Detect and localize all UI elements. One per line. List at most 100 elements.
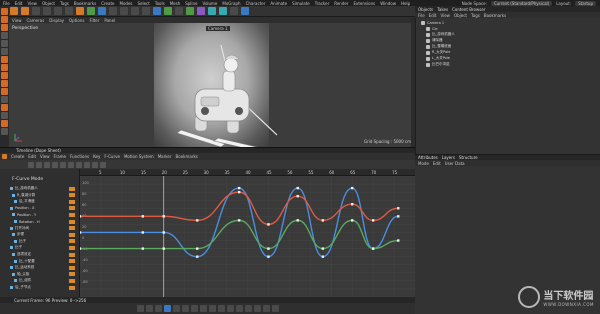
timeline-menu-item[interactable]: Edit [28,154,36,159]
dope-sheet-icon[interactable] [36,161,42,168]
cube-icon[interactable] [153,7,161,15]
viewport-menu-item[interactable]: Display [49,18,64,23]
timeline-menu-item[interactable]: Functions [70,154,89,159]
fcurve-mode-icon[interactable] [28,161,34,168]
timeline-menu-item[interactable]: F-Curve [104,154,120,159]
viewport-menu-item[interactable]: Filter [89,18,99,23]
x-axis-icon[interactable] [76,7,84,15]
timeline-menu-item[interactable]: Frame [54,154,66,159]
object-row[interactable]: L_大关Pole [416,56,450,61]
objects-menu-item[interactable]: View [440,13,450,18]
next-key-icon[interactable] [181,305,189,312]
menu-item[interactable]: Character [246,1,266,6]
timeline-menu-item[interactable]: View [40,154,50,159]
enable-axis-icon[interactable] [1,120,8,127]
track-row[interactable]: Rotation . H [14,219,40,224]
menu-item[interactable]: Select [137,1,149,6]
object-row[interactable]: 清除器 [416,38,443,43]
node-space-select[interactable]: Current (Standard/Physical) [490,0,553,6]
snap-keys-icon[interactable] [100,161,106,168]
track-row[interactable]: 轴_父极 [12,272,29,277]
coordinate-icon[interactable] [109,7,117,15]
objects-menu-item[interactable]: File [418,13,425,18]
objects-tab[interactable]: Takes [437,7,448,12]
track-status-icon[interactable] [69,259,75,264]
track-status-icon[interactable] [69,212,75,217]
track-row[interactable]: 步骤 [12,232,24,237]
soft-selection-icon[interactable] [1,104,8,111]
zero-length-icon[interactable] [92,161,98,168]
menu-item[interactable]: Bookmarks [74,1,96,6]
object-row[interactable]: R_大关Pole [416,50,450,55]
track-status-icon[interactable] [69,285,75,290]
viewport-menu-item[interactable]: Panel [104,18,115,23]
track-status-icon[interactable] [69,206,75,211]
key-step-icon[interactable] [76,161,82,168]
axis-mode-icon[interactable] [1,56,8,63]
rotation-key-icon[interactable] [244,305,252,312]
track-status-icon[interactable] [69,193,75,198]
viewport-solo-icon[interactable] [1,112,8,119]
track-row[interactable]: 比_组件 [14,278,31,283]
viewport-menu-item[interactable]: View [12,18,22,23]
render-picture-icon[interactable] [131,7,139,15]
track-row[interactable]: Position . Y [12,212,36,217]
attributes-menu-item[interactable]: User Data [445,161,465,166]
frame-selected-icon[interactable] [52,161,58,168]
timeline-menu-item[interactable]: Key [93,154,100,159]
model-mode-icon[interactable] [1,16,8,23]
track-status-icon[interactable] [69,199,75,204]
track-status-icon[interactable] [69,239,75,244]
edges-mode-icon[interactable] [1,40,8,47]
menu-item[interactable]: Animate [270,1,287,6]
quantize-icon[interactable] [1,128,8,135]
attributes-menu-item[interactable]: Edit [433,161,441,166]
frame-ruler[interactable]: 5 10 15 20 25 30 35 40 45 50 55 60 65 70 75 [80,169,415,176]
pen-icon[interactable] [164,7,172,15]
make-editable-icon[interactable] [1,8,8,15]
objects-menu-item[interactable]: Tags [471,13,480,18]
objects-menu-item[interactable]: Bookmarks [484,13,506,18]
objects-menu-item[interactable]: Edit [429,13,437,18]
menu-item[interactable]: View [27,1,37,6]
track-row[interactable]: 后_子节点 [10,285,31,290]
menu-item[interactable]: Modes [120,1,133,6]
timeline-menu-item[interactable]: Marker [158,154,172,159]
timeline-menu-item[interactable]: Bookmarks [176,154,198,159]
track-status-icon[interactable] [69,226,75,231]
viewport-menu-item[interactable]: Options [69,18,84,23]
light-icon[interactable] [230,7,238,15]
floor-icon[interactable] [208,7,216,15]
redo-icon[interactable] [21,7,29,15]
y-axis-icon[interactable] [87,7,95,15]
lock-workplane-icon[interactable] [1,88,8,95]
menu-item[interactable]: Mesh [170,1,181,6]
menu-item[interactable]: File [3,1,10,6]
render-view-icon[interactable] [120,7,128,15]
tweak-mode-icon[interactable] [1,64,8,71]
menu-item[interactable]: Extensions [353,1,375,6]
character-model[interactable] [9,23,415,147]
menu-item[interactable]: Spline [185,1,197,6]
track-status-icon[interactable] [69,186,75,191]
viewport-perspective[interactable]: Perspective Camera 1 Grid Spacing : 5000… [9,23,415,147]
track-row[interactable]: R_衰减计算 [12,193,35,198]
texture-mode-icon[interactable] [1,24,8,31]
scale-icon[interactable] [54,7,62,15]
track-status-icon[interactable] [69,265,75,270]
record-icon[interactable] [199,305,207,312]
key-linear-icon[interactable] [60,161,66,168]
param-key-icon[interactable] [253,305,261,312]
subdivision-icon[interactable] [175,7,183,15]
viewport-menu-item[interactable]: Cameras [27,18,45,23]
play-icon[interactable] [163,305,171,312]
live-select-icon[interactable] [32,7,40,15]
track-status-icon[interactable] [69,252,75,257]
camera-icon[interactable] [219,7,227,15]
menu-item[interactable]: Tools [155,1,165,6]
menu-item[interactable]: Create [101,1,114,6]
object-row[interactable]: 比_游戏机器人 [416,32,455,37]
sky-icon[interactable] [241,7,249,15]
object-row[interactable]: Cie [416,26,438,31]
menu-item[interactable]: Window [380,1,396,6]
